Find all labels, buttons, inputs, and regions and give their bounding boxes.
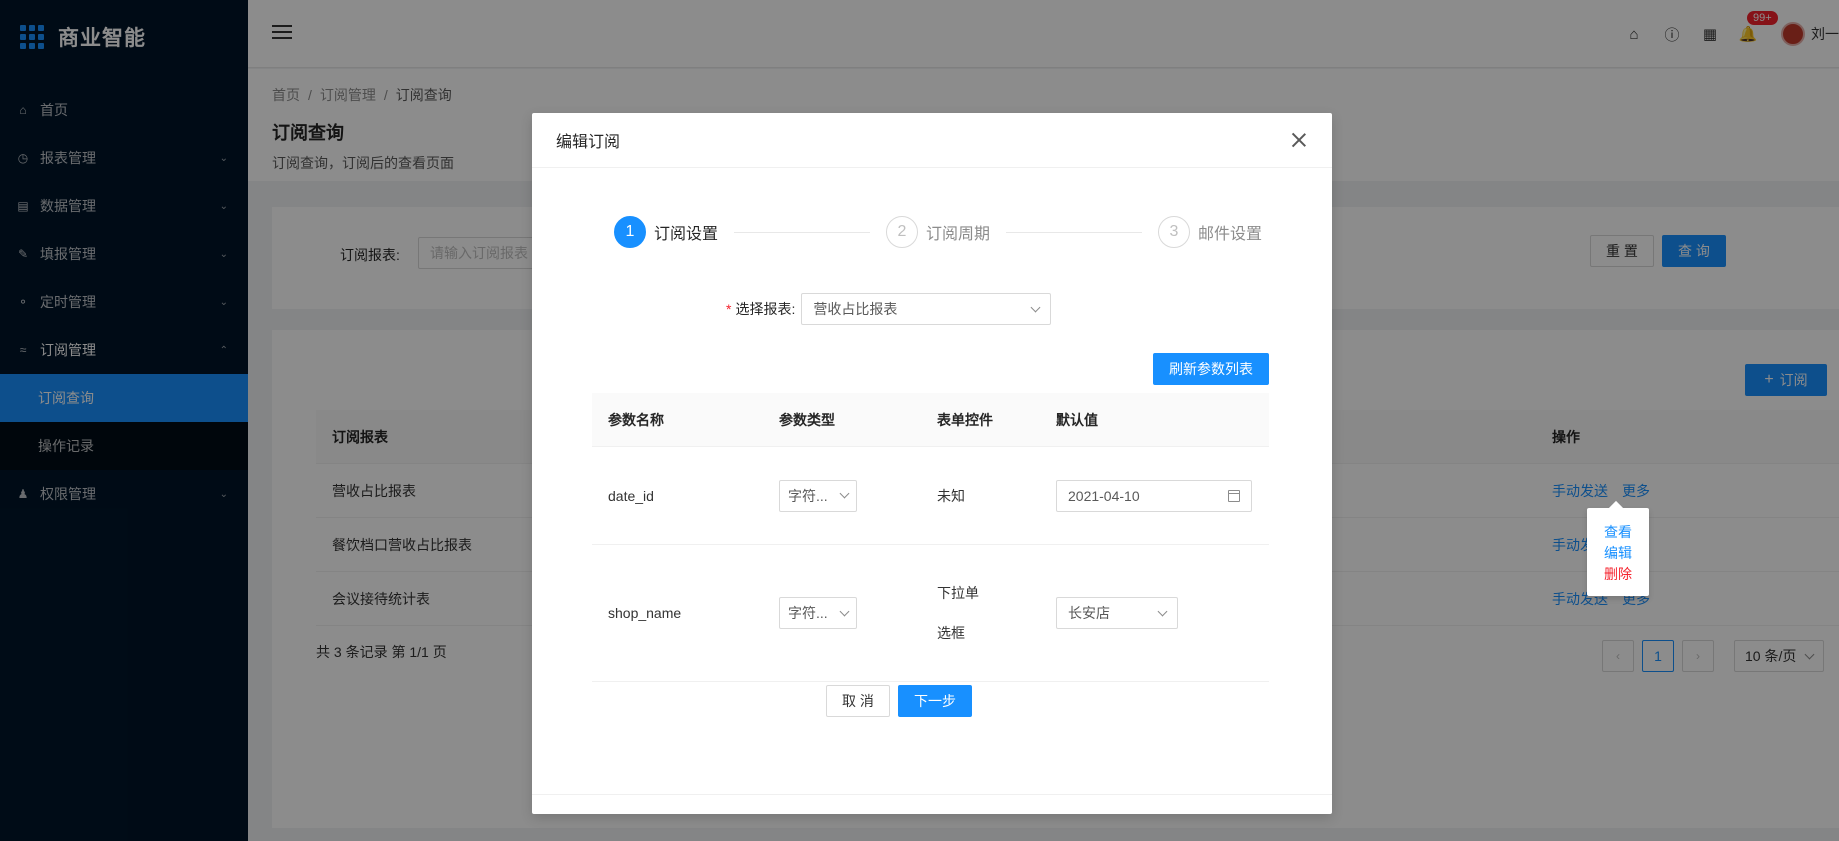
- step-connector: [1006, 231, 1142, 233]
- report-select[interactable]: 营收占比报表: [801, 293, 1052, 325]
- params-table-header: 参数名称 参数类型 表单控件 默认值: [592, 393, 1269, 447]
- shop-select-value: 长安店: [1068, 605, 1110, 621]
- step-title: 订阅周期: [926, 226, 991, 243]
- param-type-value: 字符...: [788, 605, 828, 621]
- column-header: 默认值: [1056, 411, 1098, 428]
- calendar-icon: [1228, 489, 1240, 502]
- param-row: shop_name 字符... 下拉单 选框 长安店: [592, 545, 1269, 682]
- step-subscription-settings: 1 订阅设置: [614, 216, 718, 248]
- param-control: 下拉单 选框: [921, 573, 1040, 653]
- report-select-value: 营收占比报表: [813, 301, 898, 317]
- step-title: 订阅设置: [654, 226, 719, 243]
- param-default-cell: 长安店: [1040, 597, 1269, 629]
- delete-action[interactable]: 删除: [1587, 564, 1649, 585]
- chevron-down-icon: [1157, 606, 1168, 616]
- steps: 1 订阅设置 2 订阅周期 3 邮件设置: [614, 216, 1262, 248]
- step-number: 2: [886, 216, 918, 248]
- column-header: 参数类型: [779, 411, 835, 428]
- param-control-line: 选框: [937, 625, 965, 641]
- edit-action[interactable]: 编辑: [1587, 543, 1649, 564]
- close-icon[interactable]: [1290, 131, 1308, 149]
- step-mail-settings: 3 邮件设置: [1158, 216, 1262, 248]
- step-number: 1: [614, 216, 646, 248]
- view-action[interactable]: 查看: [1587, 522, 1649, 543]
- next-step-button[interactable]: 下一步: [898, 685, 972, 717]
- column-header: 参数名称: [608, 411, 664, 428]
- column-header: 表单控件: [937, 411, 993, 428]
- param-type-value: 字符...: [788, 487, 828, 504]
- modal-header: 编辑订阅: [532, 113, 1332, 168]
- refresh-params-button[interactable]: 刷新参数列表: [1153, 353, 1269, 385]
- param-control: 未知: [937, 487, 965, 504]
- modal-footer-divider: [532, 794, 1332, 795]
- param-name: date_id: [608, 487, 654, 504]
- param-type-cell: 字符...: [763, 597, 921, 629]
- param-row: date_id 字符... 未知 2021-04-10: [592, 447, 1269, 545]
- step-connector: [734, 231, 870, 233]
- report-select-label: 选择报表:: [735, 301, 796, 317]
- modal-actions: 取 消 下一步: [826, 685, 972, 717]
- modal-title: 编辑订阅: [556, 134, 621, 151]
- step-title: 邮件设置: [1198, 226, 1263, 243]
- chevron-down-icon: [839, 606, 850, 616]
- more-actions-popover: 查看 编辑 删除: [1587, 508, 1649, 596]
- report-form-row: * 选择报表: 营收占比报表: [726, 293, 1052, 325]
- cancel-button[interactable]: 取 消: [826, 685, 890, 717]
- step-number: 3: [1158, 216, 1190, 248]
- param-type-cell: 字符...: [763, 479, 921, 512]
- param-name: shop_name: [608, 605, 682, 621]
- param-default-cell: 2021-04-10: [1040, 479, 1269, 512]
- default-shop-select[interactable]: 长安店: [1056, 597, 1178, 629]
- date-value: 2021-04-10: [1068, 487, 1140, 504]
- chevron-down-icon: [839, 488, 850, 499]
- step-subscription-cycle: 2 订阅周期: [886, 216, 990, 248]
- param-type-select[interactable]: 字符...: [779, 479, 857, 512]
- required-marker: *: [726, 301, 732, 317]
- edit-subscription-modal: 编辑订阅 1 订阅设置 2 订阅周期 3 邮件设置 * 选择报表: 营收占比报表…: [532, 113, 1332, 814]
- default-date-picker[interactable]: 2021-04-10: [1056, 479, 1252, 512]
- params-table: 参数名称 参数类型 表单控件 默认值 date_id 字符... 未知 2021…: [592, 393, 1269, 682]
- chevron-down-icon: [1030, 302, 1041, 312]
- param-control-line: 下拉单: [937, 585, 979, 601]
- param-type-select[interactable]: 字符...: [779, 597, 857, 629]
